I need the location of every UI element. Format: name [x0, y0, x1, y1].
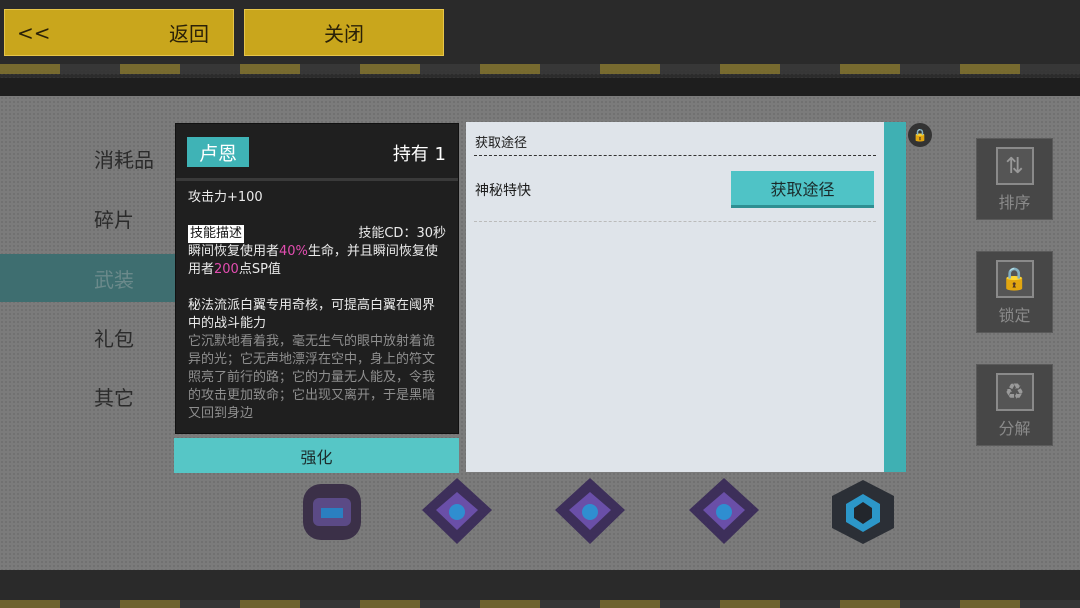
crystal-core-icon	[689, 478, 759, 544]
detail-body: 攻击力+100 技能描述 技能CD：30秒 瞬间恢复使用者40%生命，并且瞬间恢…	[176, 181, 458, 431]
sort-icon: ⇅	[995, 147, 1034, 185]
back-button[interactable]: << 返回	[4, 9, 234, 56]
item-hold-count: 持有 1	[392, 144, 446, 165]
equipment-item[interactable]	[289, 474, 375, 546]
divider	[474, 155, 876, 156]
helmet-core-icon	[303, 484, 361, 540]
lock-button[interactable]: 🔒 锁定	[976, 251, 1053, 333]
dismantle-label: 分解	[998, 419, 1031, 438]
item-name: 卢恩	[187, 137, 249, 167]
category-tab-others[interactable]: 其它	[0, 372, 175, 420]
core-description: 秘法流派白翼专用奇核，可提高白翼在阈界中的战斗能力	[188, 298, 436, 331]
top-stripe	[0, 64, 1080, 74]
skill-description: 瞬间恢复使用者40%生命，并且瞬间恢复使用者200点SP值	[188, 243, 446, 279]
back-arrow-icon: <<	[17, 20, 51, 45]
sort-button[interactable]: ⇅ 排序	[976, 138, 1053, 220]
skill-desc-part: 瞬间恢复使用者	[188, 244, 280, 259]
acquisition-title: 获取途径	[475, 136, 528, 151]
sort-label: 排序	[998, 193, 1031, 212]
skill-row: 技能描述 技能CD：30秒	[188, 225, 446, 243]
divider	[474, 221, 876, 222]
crystal-core-icon	[555, 478, 625, 544]
skill-tag: 技能描述	[188, 225, 245, 243]
acquisition-source-name: 神秘特快	[475, 183, 531, 199]
close-label: 关闭	[324, 22, 364, 46]
hex-core-icon	[832, 480, 894, 544]
close-button[interactable]: 关闭	[244, 9, 444, 56]
acquisition-goto-button[interactable]: 获取途径	[731, 171, 874, 208]
flavor-text: 它沉默地看着我，毫无生气的眼中放射着诡异的光；它无声地漂浮在空中，身上的符文照亮…	[188, 334, 436, 421]
skill-desc-percent: 40%	[279, 244, 308, 259]
dismantle-button[interactable]: ♻ 分解	[976, 364, 1053, 446]
lock-label: 锁定	[998, 306, 1031, 325]
category-label: 其它	[94, 385, 134, 410]
top-stripe-dark	[0, 78, 1080, 96]
padlock-icon[interactable]: 🔒	[908, 123, 932, 147]
skill-desc-part: 点SP值	[238, 262, 281, 277]
skill-cd: 技能CD：30秒	[358, 226, 446, 241]
bottom-stripe	[0, 600, 1080, 608]
attack-stat: 攻击力+100	[188, 190, 263, 205]
enhance-label: 强化	[300, 447, 333, 467]
equipment-item[interactable]	[820, 474, 906, 546]
detail-header: 卢恩 持有 1	[176, 124, 458, 181]
item-detail-panel: 卢恩 持有 1 攻击力+100 技能描述 技能CD：30秒 瞬间恢复使用者40%…	[175, 123, 459, 434]
category-label: 消耗品	[94, 147, 154, 172]
category-tab-gift-packs[interactable]: 礼包	[0, 313, 175, 361]
category-tab-armament[interactable]: 武装	[0, 254, 175, 302]
equipment-item[interactable]	[414, 474, 500, 546]
category-tab-consumables[interactable]: 消耗品	[0, 134, 175, 182]
category-tab-fragments[interactable]: 碎片	[0, 194, 175, 242]
lock-icon: 🔒	[995, 260, 1034, 298]
acquisition-panel: 获取途径 神秘特快 获取途径	[466, 122, 884, 472]
category-label: 碎片	[94, 207, 134, 232]
acquisition-button-label: 获取途径	[770, 180, 835, 199]
category-label: 武装	[94, 267, 134, 292]
skill-desc-sp: 200	[214, 262, 239, 277]
enhance-button[interactable]: 强化	[174, 438, 459, 473]
equipment-item[interactable]	[681, 474, 767, 546]
recycle-icon: ♻	[995, 373, 1034, 411]
equipment-item[interactable]	[547, 474, 633, 546]
crystal-core-icon	[422, 478, 492, 544]
category-label: 礼包	[94, 326, 134, 351]
panel-accent-rail	[884, 122, 906, 472]
back-label: 返回	[169, 22, 209, 46]
